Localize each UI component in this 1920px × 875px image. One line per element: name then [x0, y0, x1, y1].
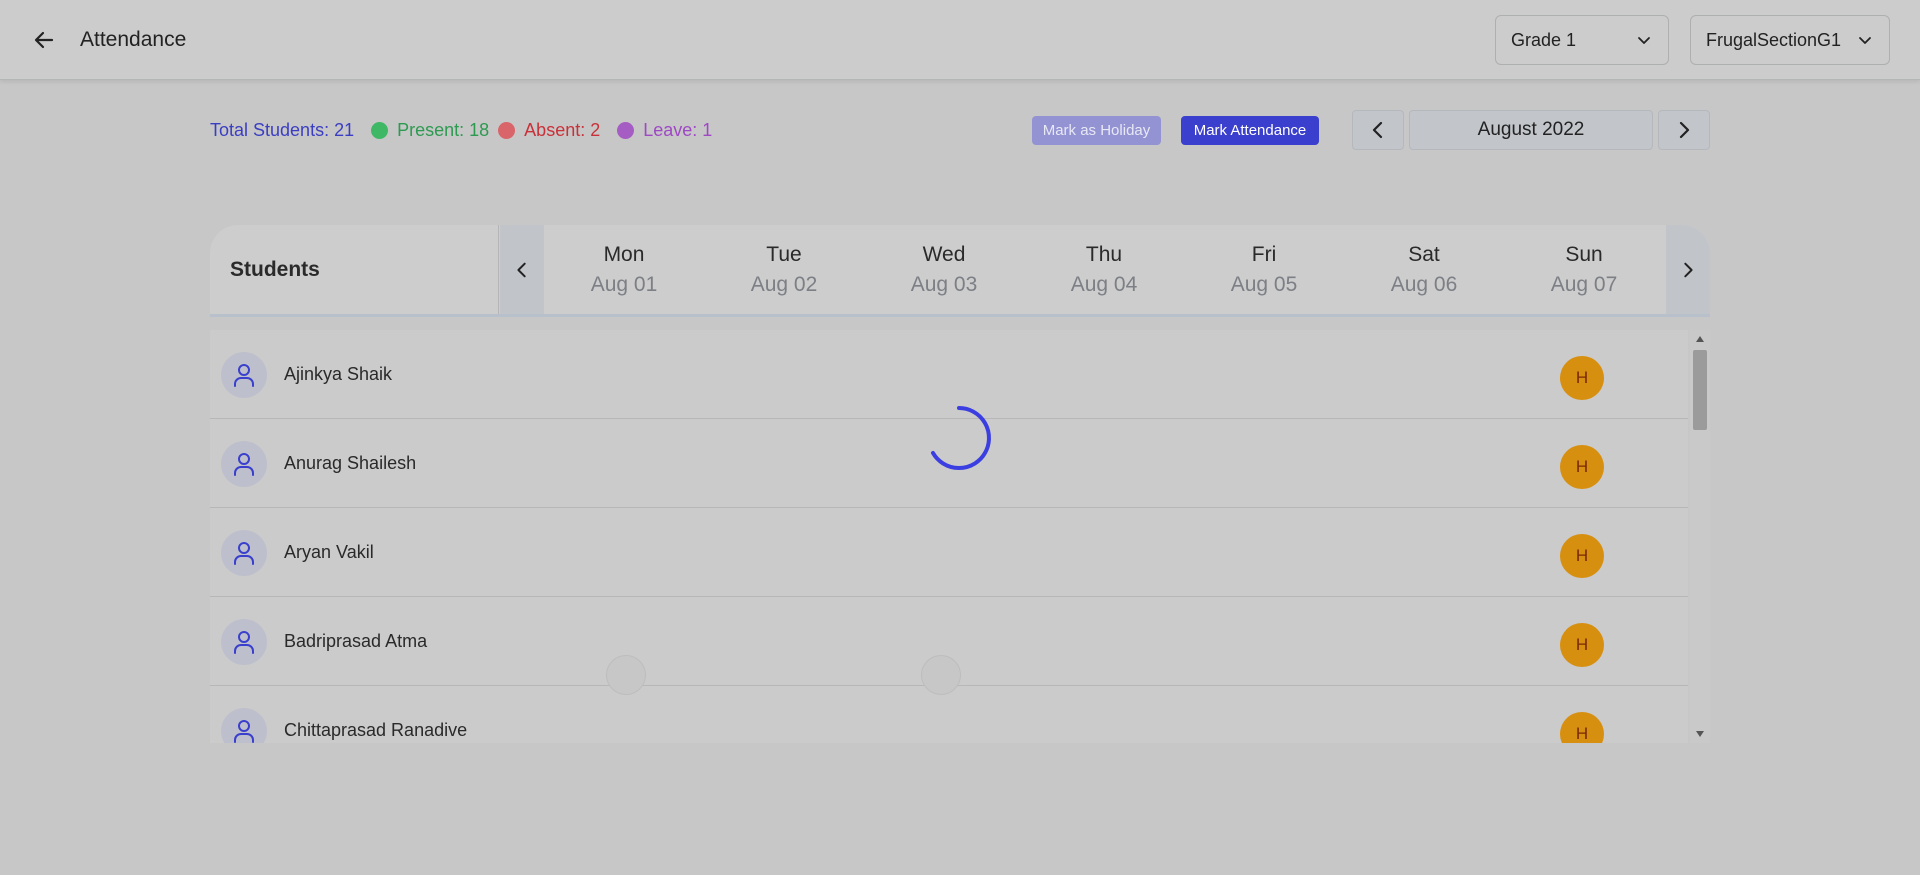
scroll-down-arrow[interactable] [1690, 725, 1710, 743]
user-icon [234, 631, 254, 654]
avatar [221, 352, 267, 398]
section-select-value: FrugalSectionG1 [1706, 29, 1842, 50]
holiday-status-badge[interactable]: H [1560, 445, 1604, 489]
student-name: Aryan Vakil [284, 542, 374, 562]
students-column-header: Students [210, 225, 499, 314]
back-button[interactable] [28, 24, 60, 56]
mark-as-holiday-button[interactable]: Mark as Holiday [1032, 116, 1161, 145]
holiday-status-badge[interactable]: H [1560, 623, 1604, 667]
section-select[interactable]: FrugalSectionG1 [1690, 15, 1890, 65]
holiday-status-badge[interactable]: H [1560, 534, 1604, 578]
spinner-icon [931, 406, 991, 470]
attendance-table-body: Ajinkya Shaik H Anurag Shailesh H Aryan … [210, 330, 1688, 743]
chevron-down-icon [1635, 31, 1653, 49]
day-name: Wed [922, 243, 966, 266]
day-name: Sat [1408, 243, 1440, 266]
triangle-down-icon [1696, 731, 1704, 737]
attendance-table-header: Students Mon Aug 01 Tue Aug 02 Wed Aug 0… [210, 225, 1710, 317]
student-name: Ajinkya Shaik [284, 364, 393, 384]
holiday-status-badge[interactable]: H [1560, 712, 1604, 743]
holiday-status-badge[interactable]: H [1560, 356, 1604, 400]
day-date: Aug 03 [910, 273, 978, 296]
chevron-right-icon [1684, 262, 1693, 277]
total-students: Total Students: 21 [210, 119, 355, 140]
chevron-left-icon [517, 262, 526, 277]
absent-dot-icon [498, 121, 516, 139]
avatar [221, 619, 267, 665]
present-dot-icon [371, 121, 389, 139]
present-count: Present: 18 [397, 119, 490, 140]
day-header: Mon Aug 01 [544, 243, 704, 297]
day-name: Tue [766, 243, 802, 266]
day-header: Fri Aug 05 [1184, 243, 1344, 297]
table-row[interactable]: Badriprasad Atma H [210, 597, 1688, 695]
day-header: Thu Aug 04 [1024, 243, 1184, 297]
previous-month-button[interactable] [1352, 110, 1404, 150]
scroll-up-arrow[interactable] [1690, 330, 1710, 348]
top-bar: Attendance Grade 1 FrugalSectionG1 [0, 0, 1920, 80]
triangle-up-icon [1696, 336, 1704, 342]
grade-select[interactable]: Grade 1 [1495, 15, 1669, 65]
day-name: Sun [1565, 243, 1603, 266]
absent-count: Absent: 2 [524, 119, 601, 140]
user-icon [234, 542, 254, 565]
previous-week-button[interactable] [500, 225, 544, 314]
next-week-button[interactable] [1666, 225, 1710, 314]
user-icon [234, 720, 254, 743]
day-header: Tue Aug 02 [704, 243, 864, 297]
vertical-scrollbar[interactable] [1690, 330, 1710, 743]
chevron-left-icon [1372, 121, 1383, 139]
avatar [221, 441, 267, 487]
chevron-right-icon [1679, 121, 1690, 139]
avatar [221, 708, 267, 743]
leave-count: Leave: 1 [643, 119, 713, 140]
day-name: Thu [1085, 243, 1123, 266]
student-name: Badriprasad Atma [284, 631, 428, 651]
leave-dot-icon [617, 121, 635, 139]
grade-select-value: Grade 1 [1511, 29, 1577, 50]
day-date: Aug 06 [1390, 273, 1458, 296]
table-row[interactable]: Aryan Vakil H [210, 508, 1688, 597]
day-date: Aug 01 [590, 273, 658, 296]
attendance-summary: Total Students: 21 Present: 18 Absent: 2… [210, 118, 721, 142]
table-row[interactable]: Chittaprasad Ranadive H [210, 686, 1688, 743]
scrollbar-thumb[interactable] [1693, 350, 1707, 430]
month-label: August 2022 [1409, 110, 1653, 150]
arrow-left-icon [34, 31, 54, 49]
user-icon [234, 453, 254, 476]
chevron-down-icon [1856, 31, 1874, 49]
student-name: Anurag Shailesh [284, 453, 417, 473]
day-date: Aug 04 [1070, 273, 1138, 296]
next-month-button[interactable] [1658, 110, 1710, 150]
day-name: Mon [603, 243, 645, 266]
day-date: Aug 05 [1230, 273, 1298, 296]
day-name: Fri [1251, 243, 1277, 266]
day-header: Sun Aug 07 [1504, 243, 1664, 297]
avatar [221, 530, 267, 576]
day-header: Wed Aug 03 [864, 243, 1024, 297]
day-date: Aug 07 [1550, 273, 1618, 296]
mark-attendance-button[interactable]: Mark Attendance [1181, 116, 1319, 145]
user-icon [234, 364, 254, 387]
page-title: Attendance [80, 28, 187, 51]
day-date: Aug 02 [750, 273, 818, 296]
day-header: Sat Aug 06 [1344, 243, 1504, 297]
student-name: Chittaprasad Ranadive [284, 720, 468, 740]
